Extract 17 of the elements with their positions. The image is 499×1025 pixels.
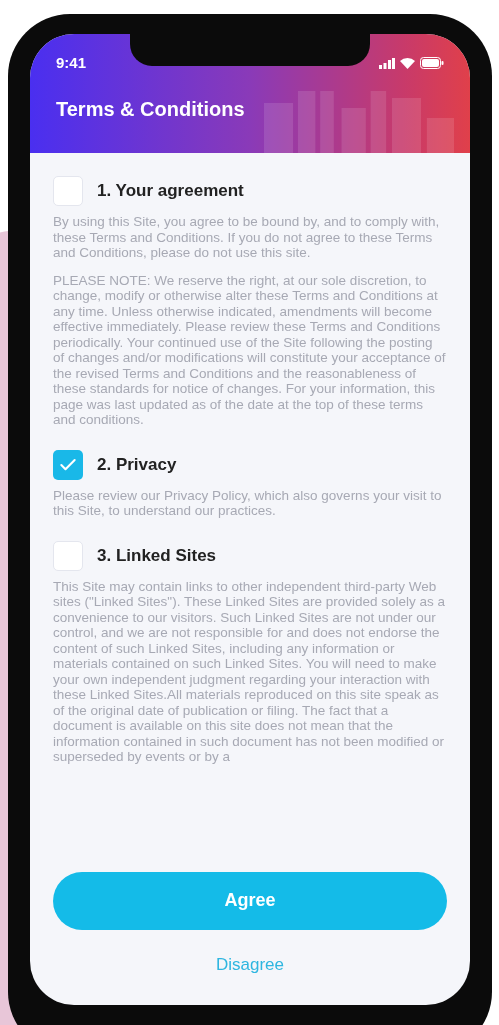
section-paragraph: By using this Site, you agree to be bound by, and to comply with, these Terms and Conditions. If you do not agree to these Terms and Conditions, please do not use this site. [53, 214, 441, 261]
section-paragraph: Please review our Privacy Policy, which also governs your visit to this Site, to understand our practices. [53, 487, 443, 519]
signal-icon [379, 57, 395, 69]
disagree-link[interactable]: Disagree [215, 951, 284, 977]
section-paragraph: PLEASE NOTE: We reserve the right, at our sole discretion, to change, modify or otherwise alter these Terms and Conditions at any time. Unless otherwise indicated, amendments will become effective immediately. Please review these Terms and Conditions periodically. Your continued use of the Site following the posting of changes and/or modifications will constitute your acceptance of the revised Terms and Conditions and the reasonableness of these standards for notice of changes. For your information, this page was last updated as of the date at the top of these terms and conditions. [53, 272, 447, 428]
section-title: 1. Your agreement [97, 180, 244, 203]
section-title: 3. Linked Sites [97, 544, 217, 567]
section-title: 2. Privacy [97, 453, 177, 476]
checkbox[interactable] [53, 540, 83, 571]
checkbox[interactable] [53, 176, 83, 206]
agree-button[interactable]: Agree [53, 871, 447, 930]
checkbox[interactable] [53, 449, 83, 480]
section-paragraph: This Site may contain links to other independent third-party Web sites ("Linked Sites"). These Linked Sites are provided solely as a convenience to our visitors. Such Linked Sites are not under our control, and we are not responsible for and does not endorse the content of such Linked Sites, including any information or materials contained on such Linked Sites. You will need to make your own independent judgment regarding your interaction with these Linked Sites.All materials reproduced on this site speak as of the original date of publication or filing. The fact that a document is available on this site does not mean that the information contained in such document has not been modified or superseded by events or by a [53, 578, 447, 765]
wifi-icon [400, 57, 415, 69]
page-title: Terms & Conditions [56, 97, 246, 122]
status-time: 9:41 [56, 52, 87, 73]
battery-icon [420, 57, 444, 69]
